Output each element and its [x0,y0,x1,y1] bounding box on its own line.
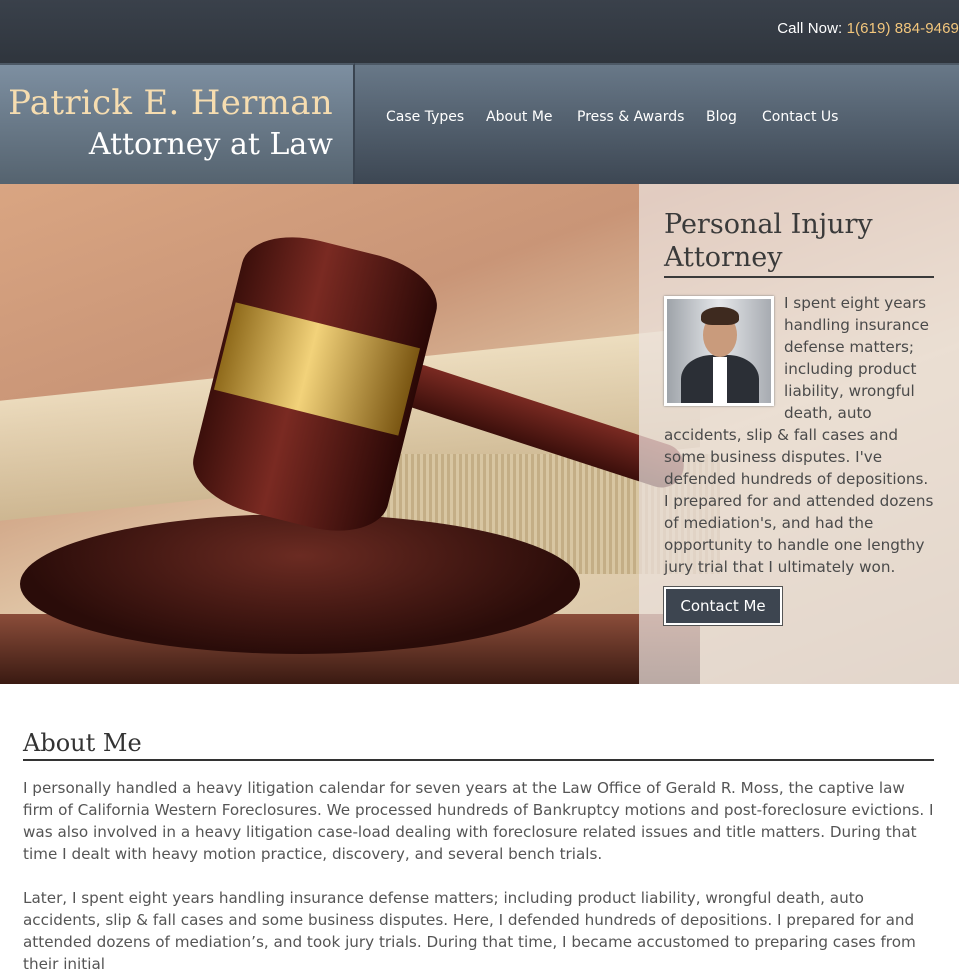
nav-item-about-me[interactable]: About Me [486,109,553,125]
about-paragraph-2: Later, I spent eight years handling insu… [23,889,916,973]
about-paragraph-1: I personally handled a heavy litigation … [23,779,934,863]
main-nav: Case Types About Me Press & Awards Blog … [355,63,959,186]
phone-number[interactable]: 1(619) 884-9469 [847,20,959,37]
brand-logo[interactable]: Patrick E. Herman Attorney at Law [0,63,355,184]
nav-item-blog[interactable]: Blog [706,109,737,125]
contact-me-button[interactable]: Contact Me [664,587,782,625]
call-now: Call Now: 1(619) 884-9469 [777,20,959,37]
nav-item-press-awards[interactable]: Press & Awards [577,109,684,125]
hero-banner: Personal Injury Attorney I spent eight y… [0,184,959,684]
hero-text: I spent eight years handling insurance d… [664,292,935,578]
gavel-sound-block [20,514,580,654]
nav-item-case-types[interactable]: Case Types [386,109,464,125]
top-bar: Call Now: 1(619) 884-9469 [0,0,959,63]
hero-panel: Personal Injury Attorney I spent eight y… [639,184,959,684]
hero-title: Personal Injury Attorney [664,208,934,278]
about-title: About Me [23,729,934,761]
nav-item-contact-us[interactable]: Contact Us [762,109,838,125]
brand-subtitle: Attorney at Law [88,127,333,162]
attorney-photo [664,296,774,406]
call-now-label: Call Now: [777,20,847,37]
about-section: About Me I personally handled a heavy li… [23,729,934,975]
site-header: Patrick E. Herman Attorney at Law Case T… [0,63,959,186]
brand-name: Patrick E. Herman [8,83,333,123]
